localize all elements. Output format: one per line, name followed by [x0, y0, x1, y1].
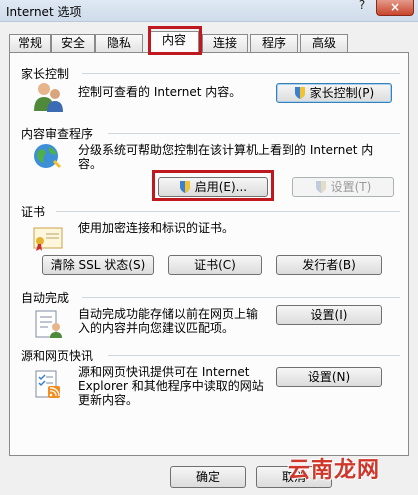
users-icon	[32, 79, 66, 116]
divider	[108, 133, 400, 134]
certs-description: 使用加密连接和标识的证书。	[78, 221, 235, 235]
shield-icon	[315, 180, 327, 198]
tab-advanced[interactable]: 高级	[300, 34, 348, 53]
divider	[56, 211, 400, 212]
enable-advisor-button[interactable]: 启用(E)...	[158, 177, 268, 197]
feeds-icon	[34, 369, 64, 402]
advisor-settings-label: 设置(T)	[330, 180, 372, 194]
title-bar: Internet 选项 ? ×	[0, 0, 418, 22]
parental-controls-button[interactable]: 家长控制(P)	[276, 83, 392, 103]
certificates-button[interactable]: 证书(C)	[168, 255, 262, 275]
help-button[interactable]: ?	[350, 0, 374, 12]
watermark: 云南龙网	[288, 457, 381, 483]
autocomplete-description-line2: 入的内容并向您建议匹配项。	[78, 321, 235, 335]
divider	[82, 73, 400, 74]
content-panel: 家长控制 控制可查看的 Internet 内容。 家长控制(P) 内容审查程序 …	[9, 52, 409, 456]
certificate-icon	[32, 225, 64, 256]
group-title-certs: 证书	[21, 205, 46, 219]
autocomplete-description-line1: 自动完成功能存储以前在网页上输	[78, 307, 259, 321]
form-icon	[34, 309, 64, 342]
feeds-description-line1: 源和网页快讯提供可在 Internet	[78, 365, 250, 379]
divider	[108, 355, 400, 356]
window-title: Internet 选项	[6, 5, 82, 19]
advisor-description-line1: 分级系统可帮助您控制在该计算机上看到的 Internet 内	[78, 143, 374, 157]
autocomplete-settings-button[interactable]: 设置(I)	[276, 305, 382, 325]
tab-privacy[interactable]: 隐私	[95, 34, 143, 53]
tab-programs[interactable]: 程序	[250, 34, 298, 53]
advisor-description-line2: 容。	[78, 157, 103, 171]
tab-security[interactable]: 安全	[51, 34, 95, 53]
shield-icon	[179, 180, 191, 198]
close-button[interactable]: ×	[376, 0, 414, 16]
group-title-autocomplete: 自动完成	[21, 291, 70, 305]
tab-content[interactable]: 内容	[149, 31, 199, 54]
group-title-feeds: 源和网页快讯	[21, 349, 94, 363]
parental-controls-label: 家长控制(P)	[309, 86, 375, 100]
tab-connections[interactable]: 连接	[202, 34, 248, 53]
enable-advisor-label: 启用(E)...	[194, 180, 248, 194]
divider	[82, 297, 400, 298]
feeds-description-line2: Explorer 和其他程序中读取的网站	[78, 379, 264, 393]
shield-icon	[294, 86, 306, 104]
feeds-settings-button[interactable]: 设置(N)	[276, 367, 382, 387]
globe-icon	[32, 141, 62, 174]
feeds-description-line3: 更新内容。	[78, 393, 139, 407]
parental-description: 控制可查看的 Internet 内容。	[78, 85, 242, 99]
publishers-button[interactable]: 发行者(B)	[276, 255, 382, 275]
ok-button[interactable]: 确定	[170, 466, 246, 488]
tab-general[interactable]: 常规	[9, 34, 51, 53]
group-title-advisor: 内容审查程序	[21, 127, 94, 141]
clear-ssl-button[interactable]: 清除 SSL 状态(S)	[42, 255, 154, 275]
advisor-settings-button[interactable]: 设置(T)	[292, 177, 394, 197]
